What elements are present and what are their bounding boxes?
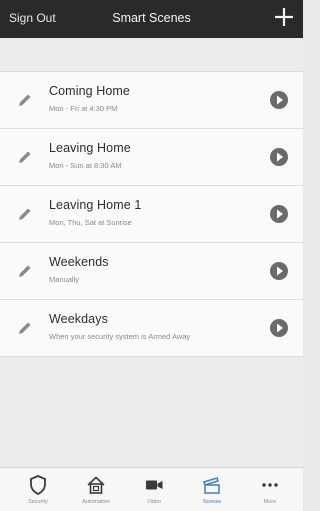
pencil-icon[interactable]	[17, 92, 33, 108]
tab-automation[interactable]: Automation	[66, 468, 126, 511]
scene-row[interactable]: Weekdays When your security system is Ar…	[0, 300, 303, 357]
pencil-icon[interactable]	[17, 263, 33, 279]
scene-row[interactable]: Coming Home Mon - Fri at 4:30 PM	[0, 72, 303, 129]
tab-label: More	[263, 499, 277, 505]
scene-schedule: Manually	[49, 275, 80, 284]
tab-more[interactable]: More	[240, 468, 300, 511]
clapperboard-icon	[201, 474, 223, 496]
pencil-icon[interactable]	[17, 206, 33, 222]
scene-row[interactable]: Leaving Home 1 Mon, Thu, Sat at Sunrise	[0, 186, 303, 243]
shield-icon	[27, 474, 49, 496]
play-icon[interactable]	[269, 90, 289, 110]
scene-row[interactable]: Weekends Manually	[0, 243, 303, 300]
scene-name: Leaving Home	[49, 141, 131, 155]
page-title: Smart Scenes	[112, 11, 191, 25]
scene-name: Leaving Home 1	[49, 198, 142, 212]
scene-schedule: When your security system is Armed Away	[49, 332, 191, 341]
play-icon[interactable]	[269, 147, 289, 167]
tab-video[interactable]: Video	[124, 468, 184, 511]
scene-name: Weekdays	[49, 312, 108, 326]
tab-scenes[interactable]: Scenes	[182, 468, 242, 511]
smart-scenes-screen: Sign Out Smart Scenes Coming Home Mon - …	[0, 0, 303, 511]
play-icon[interactable]	[269, 204, 289, 224]
scene-list: Coming Home Mon - Fri at 4:30 PM Leaving…	[0, 71, 303, 357]
tab-label: Video	[147, 499, 161, 505]
tab-label: Automation	[82, 499, 110, 505]
scene-name: Weekends	[49, 255, 109, 269]
scene-name: Coming Home	[49, 84, 130, 98]
scene-row[interactable]: Leaving Home Mon - Sun at 8:30 AM	[0, 129, 303, 186]
scene-schedule: Mon - Sun at 8:30 AM	[49, 161, 122, 170]
scene-schedule: Mon - Fri at 4:30 PM	[49, 104, 118, 113]
pencil-icon[interactable]	[17, 149, 33, 165]
bottom-tab-bar: Security Automation Video Scenes More	[0, 467, 303, 511]
play-icon[interactable]	[269, 261, 289, 281]
header-spacer	[0, 38, 303, 71]
pencil-icon[interactable]	[17, 320, 33, 336]
tab-label: Security	[28, 499, 48, 505]
house-icon	[85, 474, 107, 496]
tab-label: Scenes	[202, 499, 222, 505]
tab-security[interactable]: Security	[8, 468, 68, 511]
play-icon[interactable]	[269, 318, 289, 338]
scene-schedule: Mon, Thu, Sat at Sunrise	[49, 218, 132, 227]
plus-icon[interactable]	[272, 5, 296, 29]
more-dots-icon	[259, 474, 281, 496]
top-bar: Sign Out Smart Scenes	[0, 0, 303, 38]
video-camera-icon	[143, 474, 165, 496]
